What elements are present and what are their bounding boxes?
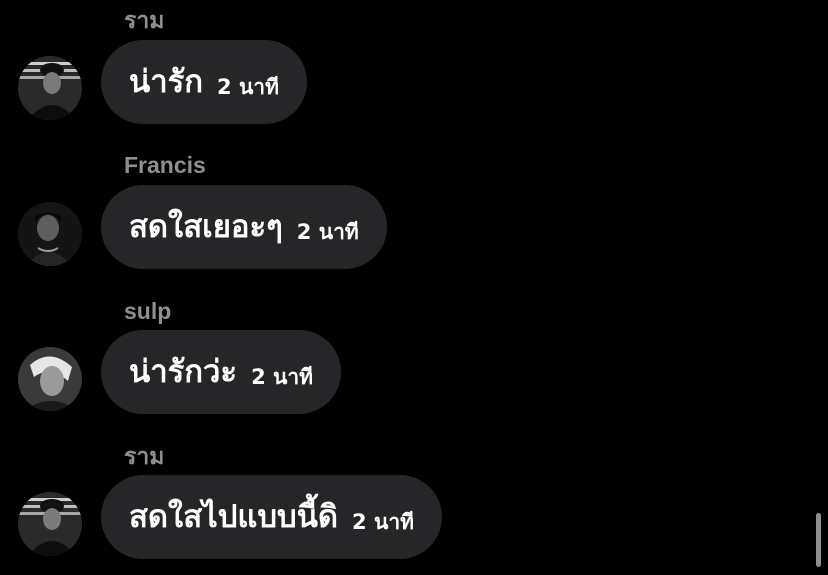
- message-bubble[interactable]: น่ารัก 2 นาที: [101, 40, 307, 124]
- message-text: น่ารัก: [129, 64, 204, 100]
- message-time: 2 นาที: [217, 74, 279, 99]
- avatar[interactable]: [18, 347, 82, 411]
- scrollbar[interactable]: [816, 513, 821, 567]
- message-bubble[interactable]: สดใสไปแบบนี้ดิ 2 นาที: [101, 475, 442, 559]
- sender-name[interactable]: sulp: [124, 297, 171, 325]
- avatar[interactable]: [18, 492, 82, 556]
- sender-name[interactable]: ราม: [124, 442, 164, 470]
- message-text: น่ารักว่ะ: [129, 354, 238, 390]
- avatar[interactable]: [18, 202, 82, 266]
- message-text: สดใสเยอะๆ: [129, 209, 283, 245]
- avatar[interactable]: [18, 56, 82, 120]
- message-bubble[interactable]: น่ารักว่ะ 2 นาที: [101, 330, 341, 414]
- message-time: 2 นาที: [296, 219, 359, 244]
- sender-name[interactable]: ราม: [124, 6, 164, 34]
- message-text: สดใสไปแบบนี้ดิ: [129, 499, 339, 535]
- message-time: 2 นาที: [352, 509, 414, 534]
- message-time: 2 นาที: [251, 364, 313, 389]
- comment-list: ราม น่ารัก 2 นาที Francis สดใสเยอะๆ 2 นา…: [0, 0, 828, 575]
- message-bubble[interactable]: สดใสเยอะๆ 2 นาที: [101, 185, 387, 269]
- sender-name[interactable]: Francis: [124, 151, 206, 179]
